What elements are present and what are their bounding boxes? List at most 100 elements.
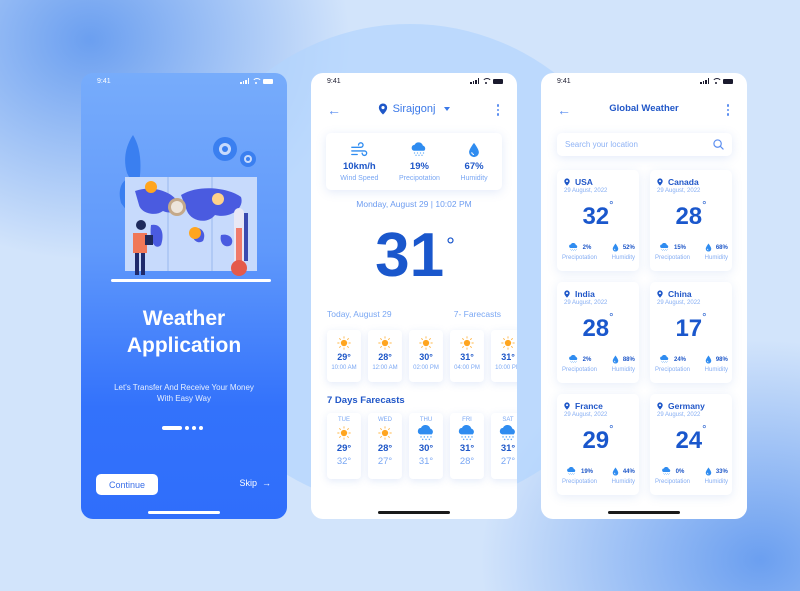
precipitation-metric: 19% Precipotation xyxy=(562,467,597,485)
precip-value: 0% xyxy=(675,468,685,475)
daily-forecast-list[interactable]: TUE 29° 32° WED 28° 27° THU 30° 31° FRI … xyxy=(327,413,517,479)
city-name-row: USA xyxy=(564,177,593,187)
location-selector[interactable]: Sirajgonj xyxy=(311,103,517,115)
precipitation-metric: 24% Precipotation xyxy=(655,355,690,373)
current-datetime: Monday, August 29 | 10:02 PM xyxy=(356,199,472,209)
humidity-value: 52% xyxy=(622,244,635,251)
onboarding-screen: 9:41 Weather Application Let's Transfer … xyxy=(81,73,287,519)
home-indicator[interactable] xyxy=(608,511,680,514)
city-grid: USA 29 August, 2022 32° 2% Precipotation… xyxy=(557,170,732,495)
stat-value: 10km/h xyxy=(342,160,376,172)
sun-icon xyxy=(337,426,351,440)
city-name: USA xyxy=(575,177,593,187)
more-options-icon[interactable] xyxy=(496,104,499,116)
city-temperature: 29° xyxy=(557,424,639,455)
home-indicator[interactable] xyxy=(378,511,450,514)
search-bar xyxy=(557,133,732,156)
humidity-label: Humidity xyxy=(611,367,635,373)
city-name-row: Canada xyxy=(657,177,699,187)
city-date: 29 August, 2022 xyxy=(564,188,608,194)
hourly-time: 02:00 PM xyxy=(413,365,439,371)
day-name: THU xyxy=(419,417,433,423)
weather-map-illustration xyxy=(111,135,271,282)
hourly-forecast-list[interactable]: 29° 10:00 AM 28° 12:00 AM 30° 02:00 PM 3… xyxy=(327,330,517,382)
hourly-card[interactable]: 31° 10:00 PM xyxy=(491,330,517,382)
precip-label: Precipotation xyxy=(562,479,598,485)
daily-card[interactable]: TUE 29° 32° xyxy=(327,413,361,479)
day-name: WED xyxy=(378,417,392,423)
location-pin-icon xyxy=(564,402,570,410)
current-temperature: 31° xyxy=(311,221,517,291)
hourly-card[interactable]: 28° 12:00 AM xyxy=(368,330,402,382)
droplet-icon xyxy=(612,355,619,364)
humidity-label: Humidity xyxy=(611,255,635,261)
city-metrics: 2% Precipotation 88% Humidity xyxy=(562,355,635,373)
battery-icon xyxy=(723,79,733,84)
title-line: Application xyxy=(126,334,242,357)
daily-card[interactable]: WED 28° 27° xyxy=(368,413,402,479)
wifi-icon xyxy=(482,78,492,84)
stat-label: Wind Speed xyxy=(340,174,379,182)
search-input[interactable] xyxy=(565,140,705,149)
precip-value: 19% xyxy=(581,468,594,475)
degree-symbol: ° xyxy=(609,200,614,212)
forecast-link[interactable]: 7- Farecasts xyxy=(454,309,501,319)
location-pin-icon xyxy=(564,290,570,298)
city-card[interactable]: France 29 August, 2022 29° 19% Precipota… xyxy=(557,394,639,495)
temp-value: 28 xyxy=(675,203,703,230)
hourly-card[interactable]: 30° 02:00 PM xyxy=(409,330,443,382)
daily-card[interactable]: THU 30° 31° xyxy=(409,413,443,479)
hourly-temp: 31° xyxy=(501,352,515,362)
snow-cloud-icon xyxy=(410,142,428,158)
city-card[interactable]: China 29 August, 2022 17° 24% Precipotat… xyxy=(650,282,732,383)
city-name-row: India xyxy=(564,289,595,299)
onboarding-subtitle: Let's Transfer And Receive Your Money Wi… xyxy=(81,382,287,404)
humidity-label: Humidity xyxy=(704,479,728,485)
home-indicator[interactable] xyxy=(148,511,220,514)
city-name-row: Germany xyxy=(657,401,705,411)
days-forecast-title: 7 Days Farecasts xyxy=(327,395,405,406)
city-card[interactable]: India 29 August, 2022 28° 2% Precipotati… xyxy=(557,282,639,383)
city-card[interactable]: Germany 29 August, 2022 24° 0% Precipota… xyxy=(650,394,732,495)
precipitation-metric: 15% Precipotation xyxy=(655,243,690,261)
snow-cloud-icon xyxy=(661,467,672,476)
snow-cloud-icon xyxy=(659,355,670,364)
page-dot[interactable] xyxy=(199,426,203,430)
subtitle-line: Let's Transfer And Receive Your Money xyxy=(114,383,254,392)
city-date: 29 August, 2022 xyxy=(657,412,701,418)
city-temperature: 24° xyxy=(650,424,732,455)
page-dot-active[interactable] xyxy=(162,426,182,430)
day-high: 31° xyxy=(459,443,475,454)
status-time: 9:41 xyxy=(557,78,571,85)
city-metrics: 24% Precipotation 98% Humidity xyxy=(655,355,728,373)
page-dot[interactable] xyxy=(185,426,189,430)
status-time: 9:41 xyxy=(97,78,111,85)
skip-button[interactable]: Skip → xyxy=(239,478,271,488)
hourly-card[interactable]: 29° 10:00 AM xyxy=(327,330,361,382)
humidity-metric: 68% Humidity xyxy=(705,243,728,261)
skip-label: Skip xyxy=(239,478,257,488)
daily-card[interactable]: SAT 31° 27° xyxy=(491,413,517,479)
city-card[interactable]: USA 29 August, 2022 32° 2% Precipotation… xyxy=(557,170,639,271)
droplet-icon xyxy=(705,467,712,476)
city-metrics: 19% Precipotation 44% Humidity xyxy=(562,467,635,485)
city-card[interactable]: Canada 29 August, 2022 28° 15% Precipota… xyxy=(650,170,732,271)
day-low: 31° xyxy=(418,456,434,467)
city-temperature: 28° xyxy=(650,200,732,231)
more-options-icon[interactable] xyxy=(726,104,729,116)
daily-card[interactable]: FRI 31° 28° xyxy=(450,413,484,479)
page-dot[interactable] xyxy=(192,426,196,430)
hourly-time: 10:00 AM xyxy=(331,365,357,371)
snow-cloud-icon xyxy=(568,243,579,252)
day-name: TUE xyxy=(338,417,350,423)
stat-precipitation: 19% Precipotation xyxy=(399,142,440,182)
city-name: Germany xyxy=(668,401,705,411)
continue-button[interactable]: Continue xyxy=(96,474,158,495)
humidity-value: 44% xyxy=(622,468,635,475)
city-date: 29 August, 2022 xyxy=(657,300,701,306)
signal-icon xyxy=(240,78,249,84)
snow-cloud-icon xyxy=(568,355,579,364)
signal-icon xyxy=(700,78,709,84)
search-icon[interactable] xyxy=(713,139,724,150)
hourly-card[interactable]: 31° 04:00 PM xyxy=(450,330,484,382)
